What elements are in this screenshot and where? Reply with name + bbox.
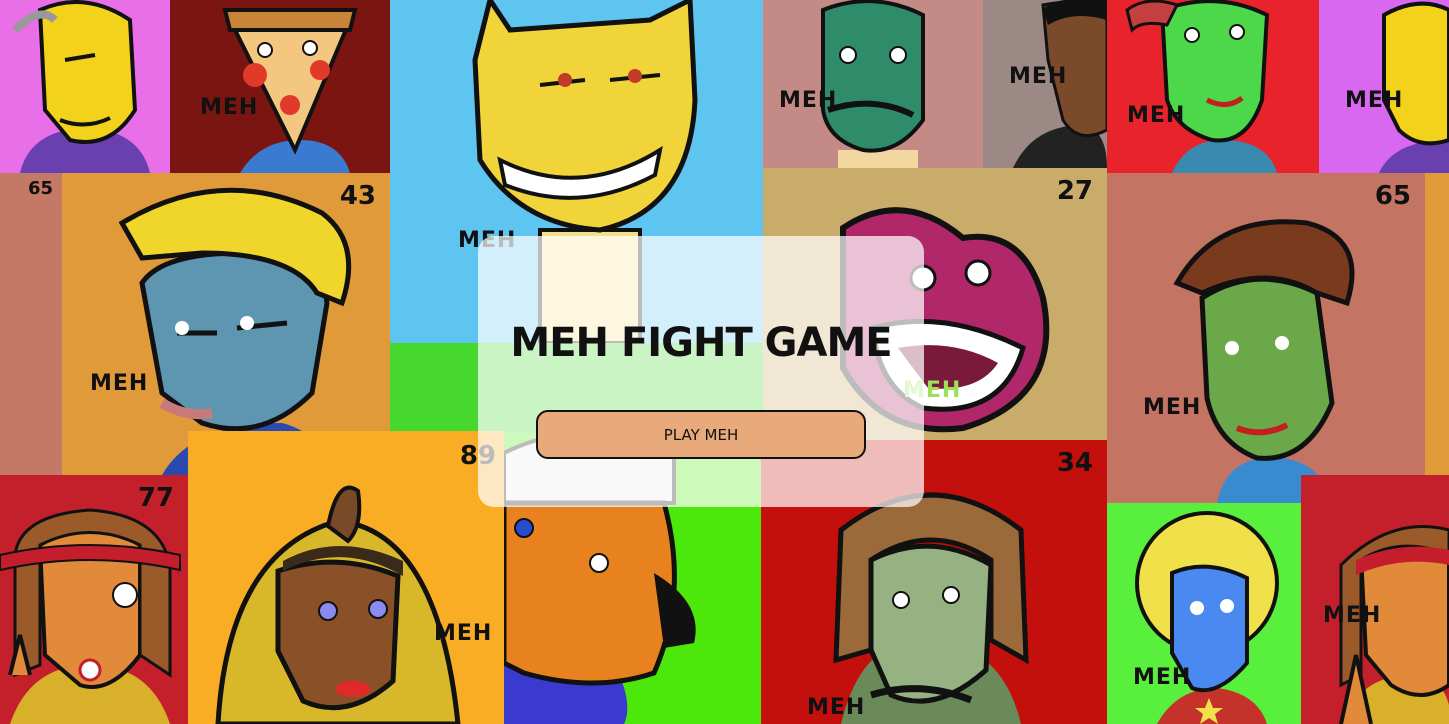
meh-character-tile: MEH [983,0,1107,168]
meh-character-tile: 65 MEH [1107,173,1425,503]
egyptian-queen-character-icon [215,485,461,724]
start-panel: MEH FIGHT GAME PLAY MEH [478,236,924,507]
meh-character-tile: 89 MEH [188,431,504,724]
tile-number: 77 [137,483,174,513]
yellow-face-character-icon [12,0,150,173]
tile-number: 43 [339,181,376,211]
meh-character-tile: 65 [0,173,62,475]
meh-character-tile: 77 [0,475,188,724]
meh-character-tile [0,0,170,173]
green-face-character-icon [1125,0,1277,173]
meh-tag: MEH [807,695,866,720]
meh-tag: MEH [1127,103,1186,128]
meh-tag: MEH [1133,665,1192,690]
tile-number: 34 [1056,448,1093,478]
game-title: MEH FIGHT GAME [510,320,892,366]
meh-character-tile-edge [1425,173,1449,503]
green-mustache-character-icon [821,0,925,168]
green-face-character-icon [1173,219,1355,503]
meh-tag: MEH [434,621,493,646]
meh-character-tile: MEH [1301,475,1449,724]
meh-character-tile: MEH [170,0,390,173]
meh-tag: MEH [779,88,838,113]
tile-number: 27 [1056,176,1093,206]
blue-afro-character-icon [1135,511,1279,724]
meh-tag: MEH [1009,64,1068,89]
meh-tag: MEH [200,95,259,120]
yellow-face-character-icon [1379,1,1449,173]
meh-character-tile: MEH [763,0,983,168]
play-button[interactable]: PLAY MEH [536,410,866,459]
meh-tag: MEH [1345,88,1404,113]
meh-character-tile: 43 MEH [62,173,390,475]
meh-character-tile: MEH [1107,503,1301,724]
pizza-face-character-icon [222,8,358,173]
meh-tag: MEH [1323,603,1382,628]
meh-tag: MEH [1143,395,1202,420]
meh-character-tile: MEH [1107,0,1319,173]
meh-character-tile: MEH [1319,0,1449,173]
blue-face-character-icon [118,187,352,475]
tile-number: 65 [28,178,54,199]
meh-tag: MEH [90,371,149,396]
game-start-screen: MEH MEH MEH MEH MEH 65 43 MEH 27 MEH 65 … [0,0,1449,724]
hippie-character-icon [1339,525,1449,724]
tile-number: 65 [1374,181,1411,211]
